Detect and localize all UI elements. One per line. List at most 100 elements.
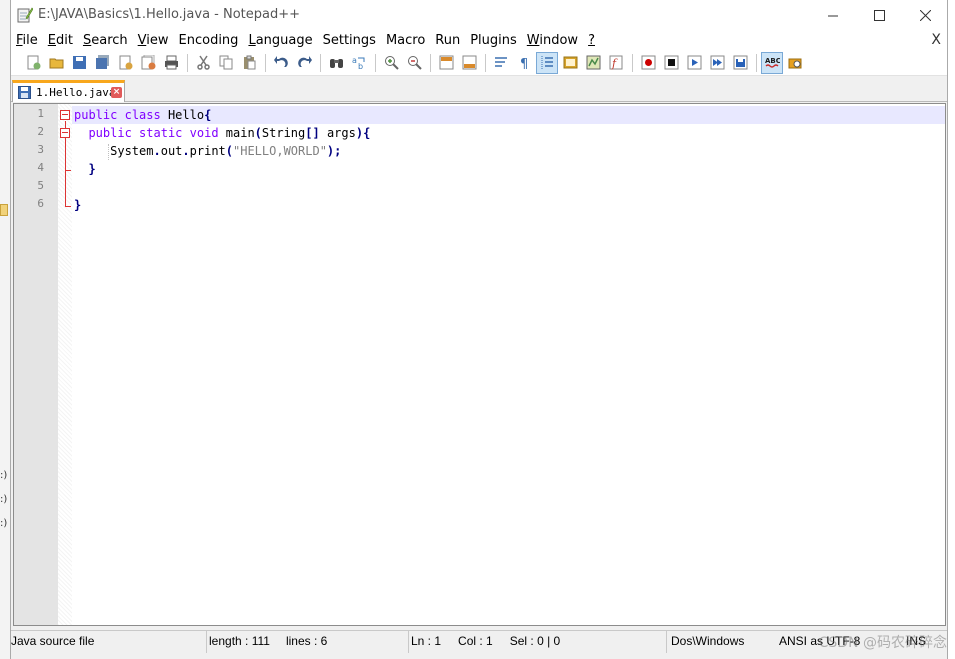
save-all-icon — [95, 55, 109, 69]
close-window-button[interactable] — [902, 0, 948, 30]
replace-icon: ab — [352, 56, 364, 70]
code-area[interactable]: public class Hello{ public static void m… — [72, 104, 945, 625]
menu-file[interactable]: File — [11, 33, 43, 48]
menu-language[interactable]: Language — [243, 33, 317, 48]
playback-button[interactable] — [683, 52, 705, 74]
status-eol[interactable]: Dos\Windows — [671, 631, 776, 653]
open-file-button[interactable] — [45, 52, 67, 74]
sync-horizontal-scroll-button[interactable] — [458, 52, 480, 74]
cut-button[interactable] — [192, 52, 214, 74]
menu-run[interactable]: Run — [430, 33, 465, 48]
fast-forward-icon — [710, 55, 724, 70]
toolbar-separator — [375, 53, 376, 72]
paste-button[interactable] — [238, 52, 260, 74]
menu-macro[interactable]: Macro — [381, 33, 430, 48]
line-number: 5 — [37, 179, 44, 192]
start-recording-button[interactable] — [637, 52, 659, 74]
code-token: Hello — [160, 108, 205, 122]
sync-horizontal-icon — [462, 55, 476, 70]
undo-button[interactable] — [270, 52, 292, 74]
find-button[interactable] — [325, 52, 347, 74]
code-token: public — [88, 126, 132, 140]
close-file-button[interactable] — [114, 52, 136, 74]
document-map-button[interactable] — [582, 52, 604, 74]
code-token: "HELLO,WORLD" — [233, 144, 327, 158]
fold-end-marker — [66, 170, 71, 171]
function-list-icon: f — [609, 55, 622, 70]
close-all-button[interactable] — [137, 52, 159, 74]
fold-end-marker — [66, 206, 71, 207]
word-wrap-button[interactable] — [490, 52, 512, 74]
menu-edit[interactable]: Edit — [43, 33, 78, 48]
tab-hello-java[interactable]: 1.Hello.java × — [12, 80, 125, 102]
code-token: System — [74, 144, 154, 158]
fold-toggle-method[interactable] — [60, 128, 70, 138]
code-line[interactable]: } — [74, 160, 95, 178]
fold-toggle-class[interactable] — [60, 110, 70, 120]
spell-check-button[interactable]: ABC — [761, 51, 783, 74]
background-folder-icon — [0, 204, 8, 216]
replace-button[interactable]: ab — [348, 52, 370, 74]
menu-help[interactable]: ? — [583, 33, 600, 48]
save-button[interactable] — [68, 52, 90, 74]
open-folder-icon — [49, 58, 63, 69]
save-all-button[interactable] — [91, 52, 113, 74]
zoom-in-button[interactable] — [380, 52, 402, 74]
zoom-out-button[interactable] — [403, 52, 425, 74]
new-file-icon — [27, 55, 40, 70]
menu-bar: File Edit Search View Encoding Language … — [11, 30, 947, 50]
code-token: ); — [326, 144, 342, 158]
close-file-icon — [119, 55, 132, 70]
new-file-button[interactable] — [22, 52, 44, 74]
watermark-text: CSDN @码农碎碎念 — [818, 635, 947, 651]
background-text-fragment: :) — [0, 518, 8, 529]
menu-window[interactable]: Window — [522, 33, 583, 48]
maximize-button[interactable] — [856, 0, 902, 30]
copy-icon — [219, 55, 232, 70]
copy-button[interactable] — [215, 52, 237, 74]
indent-guide-button[interactable] — [536, 51, 558, 74]
close-document-button[interactable]: X — [931, 32, 941, 48]
menu-view[interactable]: View — [133, 33, 174, 48]
code-editor[interactable]: 1 2 3 4 5 6 public class Hello{ public s… — [13, 103, 946, 626]
background-text-fragment: :) — [0, 494, 8, 505]
status-file-type: Java source file — [11, 631, 207, 653]
redo-button[interactable] — [293, 52, 315, 74]
code-line[interactable]: System.out.print("HELLO,WORLD"); — [74, 142, 341, 160]
tab-close-button[interactable]: × — [111, 87, 122, 98]
minimize-button[interactable] — [810, 0, 856, 30]
menu-plugins[interactable]: Plugins — [465, 33, 522, 48]
print-icon — [164, 55, 178, 70]
stop-recording-button[interactable] — [660, 52, 682, 74]
spell-check-options-button[interactable] — [784, 52, 806, 74]
print-button[interactable] — [160, 52, 182, 74]
sync-vertical-scroll-button[interactable] — [435, 52, 457, 74]
background-text-fragment: :) — [0, 470, 8, 481]
code-line[interactable]: } — [74, 196, 81, 214]
code-token: String — [261, 126, 306, 140]
code-token: print — [189, 144, 226, 158]
save-icon — [72, 56, 86, 69]
tab-saved-icon — [18, 86, 31, 99]
code-token: } — [74, 198, 82, 212]
menu-settings[interactable]: Settings — [318, 33, 381, 48]
menu-search[interactable]: Search — [78, 33, 133, 48]
paste-icon — [243, 55, 255, 70]
save-macro-button[interactable] — [729, 52, 751, 74]
svg-text:b: b — [358, 62, 363, 70]
menu-encoding[interactable]: Encoding — [174, 33, 244, 48]
line-number-gutter: 1 2 3 4 5 6 — [14, 104, 58, 625]
show-all-characters-button[interactable]: ¶ — [513, 52, 535, 74]
line-number: 2 — [37, 125, 44, 138]
function-list-button[interactable]: f — [605, 52, 627, 74]
code-line[interactable]: public class Hello{ — [74, 106, 211, 124]
code-token: ){ — [355, 126, 371, 140]
user-defined-language-button[interactable] — [559, 52, 581, 74]
title-bar[interactable]: E:\JAVA\Basics\1.Hello.java - Notepad++ — [11, 0, 947, 30]
code-line[interactable]: public static void main(String[] args){ — [74, 124, 370, 142]
close-all-icon — [141, 55, 155, 70]
notepadpp-window: E:\JAVA\Basics\1.Hello.java - Notepad++ … — [10, 0, 948, 659]
line-number: 1 — [37, 107, 44, 120]
run-macro-multiple-button[interactable] — [706, 52, 728, 74]
toolbar: ab ¶ f ABC — [11, 50, 947, 76]
